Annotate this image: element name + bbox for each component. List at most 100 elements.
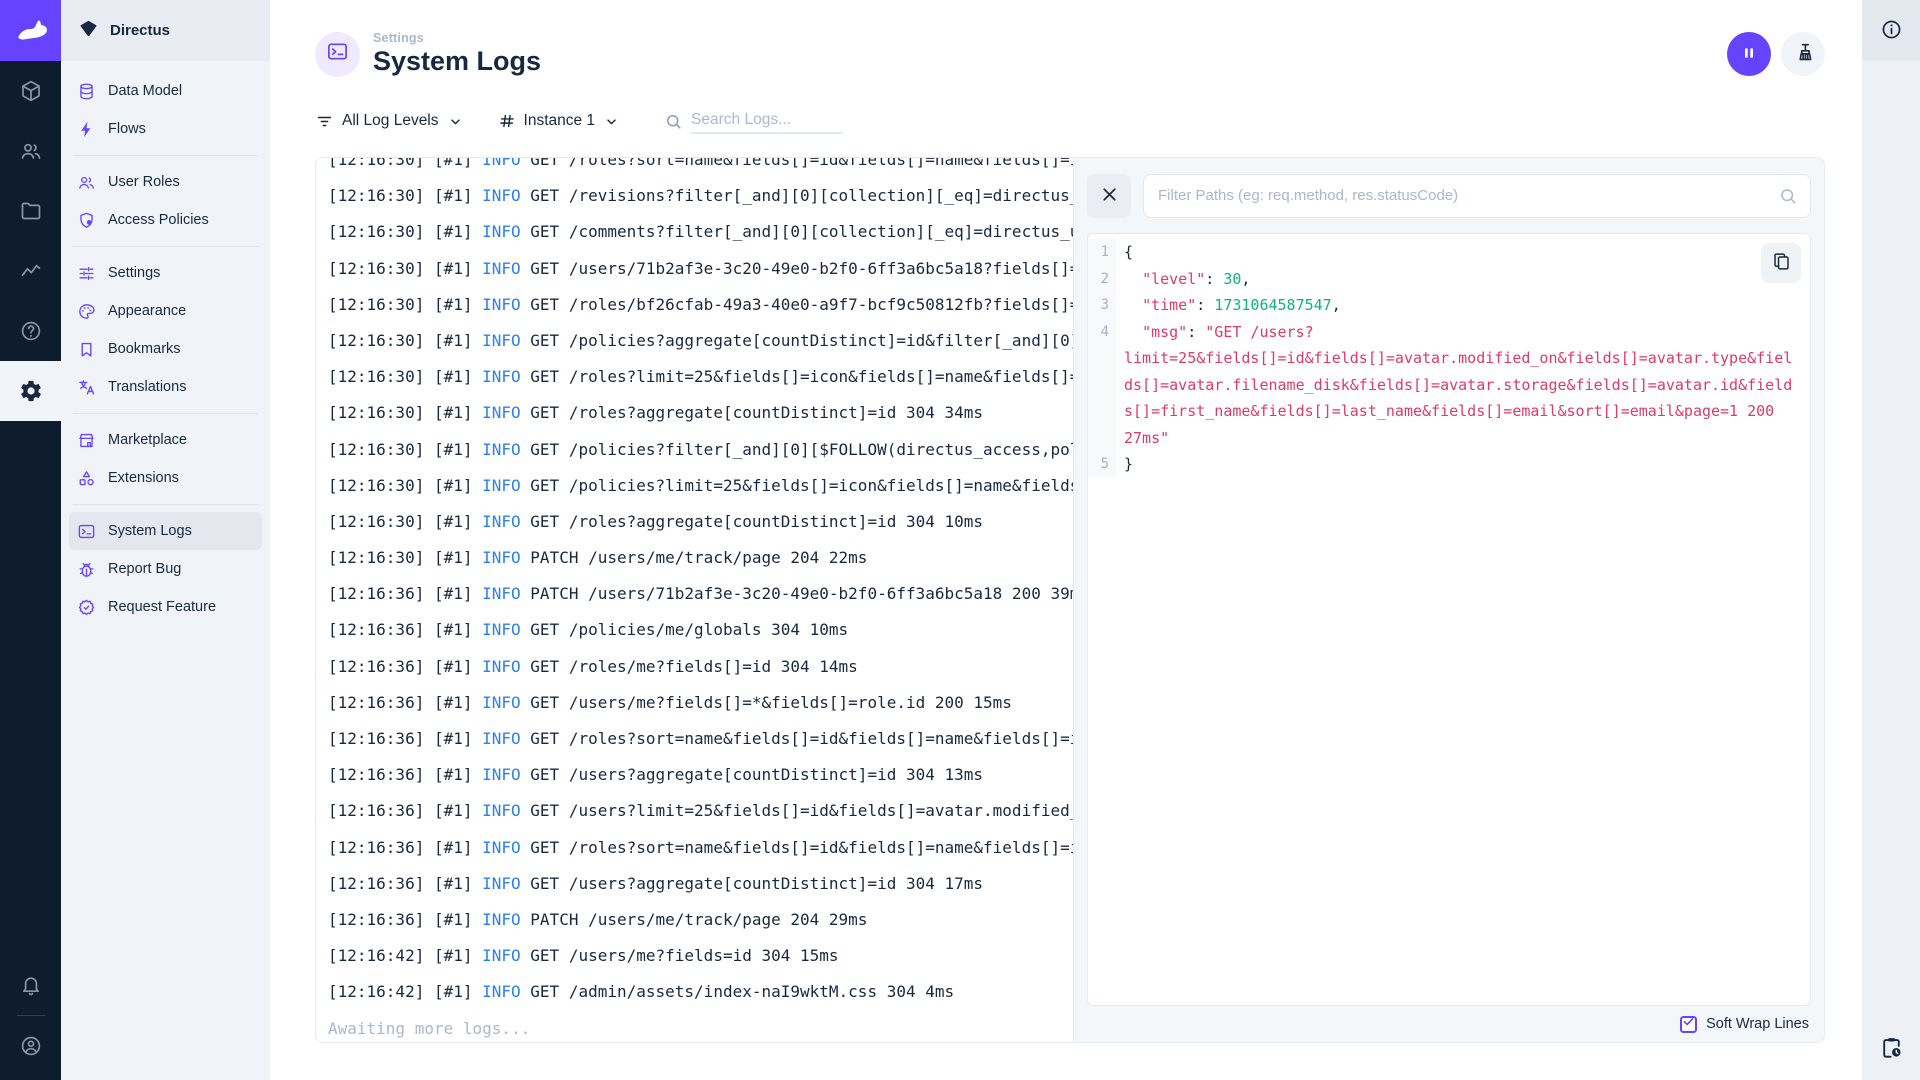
module-users[interactable]	[0, 121, 61, 181]
code-line: 2 "level": 30,	[1088, 265, 1810, 292]
hash-icon	[498, 112, 516, 130]
search-logs-input[interactable]	[691, 108, 844, 134]
log-level-filter[interactable]: All Log Levels	[315, 112, 464, 131]
copy-json-button[interactable]	[1761, 243, 1801, 283]
pause-logs-button[interactable]	[1727, 32, 1771, 76]
sidebar-item-appearance[interactable]: Appearance	[69, 292, 262, 330]
sidebar-item-data-model[interactable]: Data Model	[69, 72, 262, 110]
log-row[interactable]: [12:16:30] [#1] INFO GET /policies?filte…	[328, 432, 1073, 468]
filter-paths-input[interactable]	[1143, 173, 1811, 218]
log-row[interactable]: [12:16:30] [#1] INFO GET /comments?filte…	[328, 214, 1073, 250]
module-settings[interactable]	[0, 361, 61, 421]
log-row[interactable]: [12:16:30] [#1] INFO GET /users/71b2af3e…	[328, 251, 1073, 287]
log-row[interactable]: [12:16:36] [#1] INFO GET /roles?sort=nam…	[328, 830, 1073, 866]
sidebar-item-system-logs[interactable]: System Logs	[69, 512, 262, 550]
instance-label: Instance 1	[523, 112, 596, 129]
log-row[interactable]: [12:16:30] [#1] INFO GET /roles/bf26cfab…	[328, 287, 1073, 323]
sidebar-item-bookmarks[interactable]: Bookmarks	[69, 330, 262, 368]
category-icon	[77, 469, 96, 488]
check-icon	[1682, 1015, 1695, 1033]
log-row[interactable]: [12:16:30] [#1] INFO PATCH /users/me/tra…	[328, 540, 1073, 576]
module-docs[interactable]	[0, 301, 61, 361]
log-row[interactable]: [12:16:30] [#1] INFO GET /roles?limit=25…	[328, 359, 1073, 395]
page-icon-badge	[315, 31, 360, 77]
project-name: Directus	[110, 22, 171, 39]
log-row[interactable]: [12:16:30] [#1] INFO GET /policies?aggre…	[328, 323, 1073, 359]
chevron-down-icon	[603, 113, 620, 130]
log-row[interactable]: [12:16:36] [#1] INFO GET /roles?sort=nam…	[328, 721, 1073, 757]
copy-icon	[1771, 251, 1792, 275]
shield-icon	[77, 211, 96, 230]
breadcrumb[interactable]: Settings	[373, 31, 541, 45]
soft-wrap-checkbox[interactable]	[1680, 1015, 1698, 1033]
sidebar-item-label: Marketplace	[108, 432, 187, 448]
instance-filter[interactable]: Instance 1	[498, 112, 621, 130]
bookmark-icon	[77, 340, 96, 359]
module-insights[interactable]	[0, 241, 61, 301]
project-diamond-icon	[78, 18, 99, 44]
sidebar-item-request-feature[interactable]: Request Feature	[69, 588, 262, 626]
log-row[interactable]: [12:16:30] [#1] INFO GET /revisions?filt…	[328, 178, 1073, 214]
log-viewer: [12:16:30] [#1] INFO GET /roles?sort=nam…	[315, 157, 1825, 1043]
module-bar-divider	[16, 1015, 45, 1016]
log-row[interactable]: [12:16:30] [#1] INFO GET /roles?aggregat…	[328, 504, 1073, 540]
log-search	[664, 108, 844, 134]
info-button[interactable]	[1880, 18, 1903, 44]
log-row[interactable]: [12:16:36] [#1] INFO GET /policies/me/gl…	[328, 612, 1073, 648]
storefront-icon	[77, 431, 96, 450]
log-row[interactable]: [12:16:30] [#1] INFO GET /roles?sort=nam…	[328, 158, 1073, 178]
sidebar-item-translations[interactable]: Translations	[69, 368, 262, 406]
avatar-icon	[19, 1034, 43, 1058]
log-row[interactable]: [12:16:42] [#1] INFO GET /users/me?field…	[328, 938, 1073, 974]
close-detail-button[interactable]	[1087, 173, 1131, 218]
sidebar-item-extensions[interactable]: Extensions	[69, 459, 262, 497]
log-row[interactable]: [12:16:36] [#1] INFO PATCH /users/me/tra…	[328, 902, 1073, 938]
notifications-button[interactable]	[0, 957, 61, 1013]
sidebar-divider	[73, 413, 258, 414]
activity-log-button[interactable]	[1879, 1035, 1904, 1063]
log-row[interactable]: [12:16:42] [#1] INFO GET /admin/assets/i…	[328, 974, 1073, 1010]
project-header[interactable]: Directus	[61, 0, 270, 61]
sidebar-item-user-roles[interactable]: User Roles	[69, 163, 262, 201]
sidebar-item-label: Appearance	[108, 303, 187, 319]
log-detail-panel: 1{2 "level": 30,3 "time": 1731064587547,…	[1073, 158, 1824, 1042]
log-row[interactable]: [12:16:36] [#1] INFO GET /users/me?field…	[328, 685, 1073, 721]
log-row[interactable]: [12:16:36] [#1] INFO GET /users?aggregat…	[328, 866, 1073, 902]
module-files[interactable]	[0, 181, 61, 241]
line-number: 2	[1088, 265, 1116, 292]
directus-logo-button[interactable]	[0, 0, 61, 61]
detail-header	[1074, 158, 1824, 233]
search-icon[interactable]	[1778, 186, 1798, 206]
log-row[interactable]: [12:16:36] [#1] INFO GET /users?aggregat…	[328, 757, 1073, 793]
sidebar-item-label: Extensions	[108, 470, 179, 486]
cube-icon	[19, 79, 43, 103]
sidebar-item-report-bug[interactable]: Report Bug	[69, 550, 262, 588]
translate-icon	[77, 378, 96, 397]
folder-icon	[19, 199, 43, 223]
log-list[interactable]: [12:16:30] [#1] INFO GET /roles?sort=nam…	[316, 158, 1073, 1042]
log-row[interactable]: [12:16:36] [#1] INFO GET /users?limit=25…	[328, 793, 1073, 829]
log-row[interactable]: [12:16:36] [#1] INFO GET /roles/me?field…	[328, 649, 1073, 685]
sidebar-strip-body	[1862, 61, 1920, 1080]
directus-rabbit-icon	[13, 10, 49, 51]
user-menu-button[interactable]	[0, 1018, 61, 1074]
sidebar-divider	[73, 246, 258, 247]
sidebar-item-access-policies[interactable]: Access Policies	[69, 201, 262, 239]
module-content[interactable]	[0, 61, 61, 121]
log-row[interactable]: [12:16:30] [#1] INFO GET /policies?limit…	[328, 468, 1073, 504]
clear-logs-button[interactable]	[1781, 32, 1825, 76]
sidebar-item-label: Flows	[108, 121, 146, 137]
sidebar-item-label: Data Model	[108, 83, 183, 99]
log-row[interactable]: [12:16:30] [#1] INFO GET /roles?aggregat…	[328, 395, 1073, 431]
sidebar-item-marketplace[interactable]: Marketplace	[69, 421, 262, 459]
search-icon	[664, 112, 683, 131]
sidebar-item-settings[interactable]: Settings	[69, 254, 262, 292]
sidebar-item-flows[interactable]: Flows	[69, 110, 262, 148]
sidebar-item-label: Bookmarks	[108, 341, 181, 357]
log-row[interactable]: [12:16:36] [#1] INFO PATCH /users/71b2af…	[328, 576, 1073, 612]
module-bar	[0, 0, 61, 1080]
sidebar-info-header	[1862, 0, 1920, 61]
pause-icon	[1737, 41, 1761, 68]
filter-list-icon	[315, 112, 334, 131]
detail-footer: Soft Wrap Lines	[1074, 1006, 1824, 1042]
